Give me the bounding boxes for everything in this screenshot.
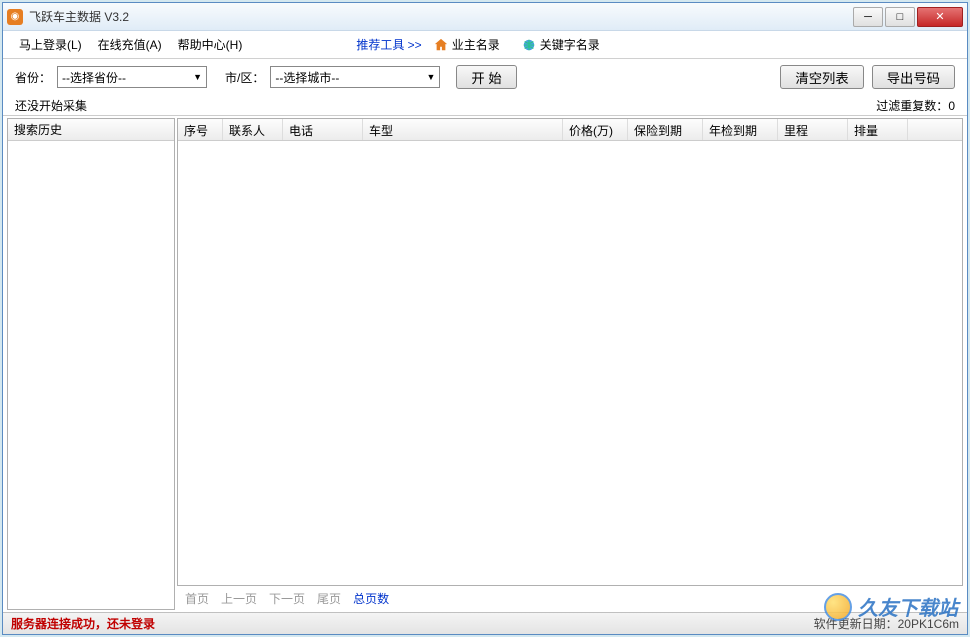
menu-login[interactable]: 马上登录(L) bbox=[11, 32, 90, 57]
globe-icon bbox=[522, 38, 536, 52]
filter-count-row: 过滤重复数：0 bbox=[876, 97, 955, 114]
table-header: 序号联系人电话车型价格(万)保险到期年检到期里程排量 bbox=[178, 119, 962, 141]
window-title: 飞跃车主数据 V3.2 bbox=[29, 8, 853, 25]
pager-next[interactable]: 下一页 bbox=[269, 590, 305, 607]
link-keyword-list-label: 关键字名录 bbox=[540, 36, 600, 53]
city-select[interactable]: --选择城市-- ▼ bbox=[270, 66, 440, 88]
column-header[interactable]: 电话 bbox=[283, 119, 363, 140]
filter-count-label: 过滤重复数： bbox=[876, 99, 948, 113]
column-header[interactable]: 里程 bbox=[778, 119, 848, 140]
statusbar: 服务器连接成功，还未登录 软件更新日期：20PK1C6m bbox=[3, 612, 967, 634]
link-owner-list[interactable]: 业主名录 bbox=[428, 32, 506, 57]
filter-count-value: 0 bbox=[948, 99, 955, 113]
menubar: 马上登录(L) 在线充值(A) 帮助中心(H) 推荐工具 >> 业主名录 关键字… bbox=[3, 31, 967, 59]
connection-status: 服务器连接成功，还未登录 bbox=[11, 615, 155, 632]
search-history-header: 搜索历史 bbox=[8, 119, 174, 141]
window-controls: ─ □ ✕ bbox=[853, 7, 963, 27]
titlebar[interactable]: ◉ 飞跃车主数据 V3.2 ─ □ ✕ bbox=[3, 3, 967, 31]
export-button[interactable]: 导出号码 bbox=[872, 65, 955, 89]
menu-help[interactable]: 帮助中心(H) bbox=[170, 32, 251, 57]
minimize-button[interactable]: ─ bbox=[853, 7, 883, 27]
column-header[interactable]: 年检到期 bbox=[703, 119, 778, 140]
maximize-button[interactable]: □ bbox=[885, 7, 915, 27]
pager-first[interactable]: 首页 bbox=[185, 590, 209, 607]
filter-toolbar: 省份： --选择省份-- ▼ 市/区： --选择城市-- ▼ 开 始 清空列表 … bbox=[3, 59, 967, 95]
main-window: ◉ 飞跃车主数据 V3.2 ─ □ ✕ 马上登录(L) 在线充值(A) 帮助中心… bbox=[2, 2, 968, 635]
link-recommend-tools[interactable]: 推荐工具 >> bbox=[350, 32, 427, 57]
content-area: 搜索历史 序号联系人电话车型价格(万)保险到期年检到期里程排量 首页 上一页 下… bbox=[3, 115, 967, 612]
close-button[interactable]: ✕ bbox=[917, 7, 963, 27]
watermark-icon bbox=[824, 593, 852, 621]
pager-total[interactable]: 总页数 bbox=[353, 590, 389, 607]
results-table: 序号联系人电话车型价格(万)保险到期年检到期里程排量 bbox=[177, 118, 963, 586]
pager-last[interactable]: 尾页 bbox=[317, 590, 341, 607]
column-header[interactable]: 联系人 bbox=[223, 119, 283, 140]
chevron-down-icon: ▼ bbox=[193, 72, 202, 82]
search-history-panel: 搜索历史 bbox=[7, 118, 175, 610]
watermark-text: 久友下载站 bbox=[858, 592, 958, 621]
link-owner-list-label: 业主名录 bbox=[452, 36, 500, 53]
province-select[interactable]: --选择省份-- ▼ bbox=[57, 66, 207, 88]
city-select-value: --选择城市-- bbox=[275, 69, 339, 86]
link-keyword-list[interactable]: 关键字名录 bbox=[516, 32, 606, 57]
column-header[interactable]: 排量 bbox=[848, 119, 908, 140]
table-body[interactable] bbox=[178, 141, 962, 585]
menu-recharge[interactable]: 在线充值(A) bbox=[90, 32, 170, 57]
province-label: 省份： bbox=[15, 69, 51, 86]
chevron-down-icon: ▼ bbox=[426, 72, 435, 82]
search-history-list[interactable] bbox=[8, 141, 174, 609]
clear-list-button[interactable]: 清空列表 bbox=[780, 65, 863, 89]
province-select-value: --选择省份-- bbox=[62, 69, 126, 86]
app-icon: ◉ bbox=[7, 9, 23, 25]
city-label: 市/区： bbox=[225, 69, 264, 86]
watermark: 久友下载站 bbox=[824, 592, 958, 621]
column-header[interactable]: 车型 bbox=[363, 119, 563, 140]
main-area: 序号联系人电话车型价格(万)保险到期年检到期里程排量 首页 上一页 下一页 尾页… bbox=[177, 118, 963, 610]
status-row: 还没开始采集 过滤重复数：0 bbox=[3, 95, 967, 115]
home-icon bbox=[434, 38, 448, 52]
collection-status: 还没开始采集 bbox=[15, 97, 876, 114]
pager-prev[interactable]: 上一页 bbox=[221, 590, 257, 607]
column-header[interactable]: 保险到期 bbox=[628, 119, 703, 140]
start-button[interactable]: 开 始 bbox=[456, 65, 516, 89]
column-header[interactable]: 价格(万) bbox=[563, 119, 628, 140]
column-header[interactable]: 序号 bbox=[178, 119, 223, 140]
